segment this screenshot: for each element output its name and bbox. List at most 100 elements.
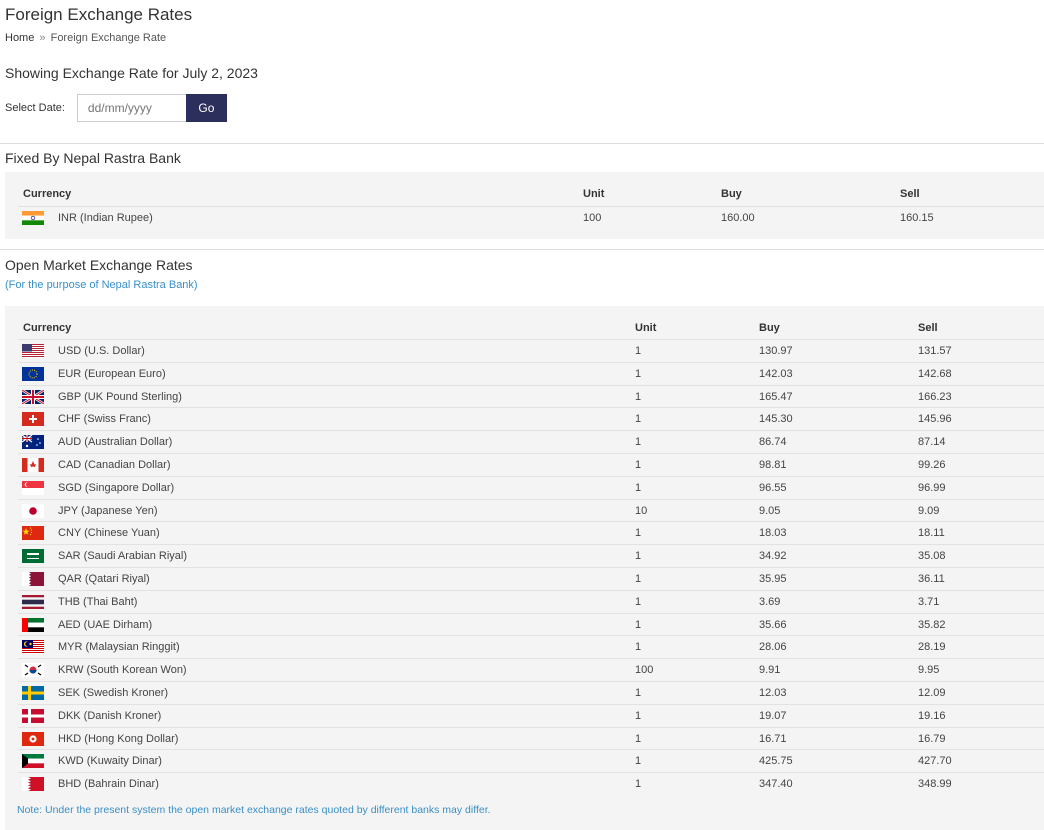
breadcrumb: Home » Foreign Exchange Rate xyxy=(5,32,166,44)
go-button[interactable]: Go xyxy=(185,94,227,122)
sell-rate-cell: 160.15 xyxy=(900,212,934,224)
table-row: SEK (Swedish Kroner) 1 12.03 12.09 xyxy=(18,681,1044,704)
buy-rate-cell: 425.75 xyxy=(759,755,793,768)
currency-name-cell: QAR (Qatari Riyal) xyxy=(58,573,150,585)
bahrain-flag-icon xyxy=(22,777,44,792)
open-market-rates-table: Currency Unit Buy Sell USD (U.S. Dollar)… xyxy=(5,306,1044,830)
sell-rate-cell: 36.11 xyxy=(918,573,945,585)
buy-rate-cell: 165.47 xyxy=(759,390,793,403)
saudi-arabia-flag-icon xyxy=(22,549,44,564)
table-row: KRW (South Korean Won) 100 9.91 9.95 xyxy=(18,658,1044,681)
table-row: CAD (Canadian Dollar) 1 98.81 99.26 xyxy=(18,453,1044,476)
table-row: EUR (European Euro) 1 142.03 142.68 xyxy=(18,361,1044,385)
unit-cell: 1 xyxy=(635,687,642,699)
sell-rate-cell: 12.09 xyxy=(918,687,946,699)
unit-cell: 1 xyxy=(635,618,642,631)
breadcrumb-separator: » xyxy=(39,32,46,44)
sell-rate-cell: 131.57 xyxy=(918,345,952,357)
japan-flag-icon xyxy=(22,503,44,518)
currency-name-cell: HKD (Hong Kong Dollar) xyxy=(58,732,179,745)
disclaimer-note: Note: Under the present system the open … xyxy=(17,804,491,816)
china-flag-icon xyxy=(22,526,44,541)
currency-name-cell: EUR (European Euro) xyxy=(58,367,166,380)
india-flag-icon xyxy=(22,211,44,225)
currency-name-cell: AUD (Australian Dollar) xyxy=(58,436,173,449)
open-market-section-title: Open Market Exchange Rates xyxy=(5,257,193,273)
select-date-label: Select Date: xyxy=(5,102,65,114)
sell-rate-cell: 99.26 xyxy=(918,459,946,471)
col-header-buy: Buy xyxy=(721,188,742,200)
buy-rate-cell: 86.74 xyxy=(759,436,787,449)
table-row: AUD (Australian Dollar) 1 86.74 87.14 xyxy=(18,430,1044,453)
currency-name-cell: GBP (UK Pound Sterling) xyxy=(58,390,182,403)
currency-name-cell: KWD (Kuwaity Dinar) xyxy=(58,755,162,768)
divider xyxy=(0,249,1044,250)
kuwait-flag-icon xyxy=(22,754,44,769)
unit-cell: 100 xyxy=(635,664,654,677)
unit-cell: 1 xyxy=(635,390,642,403)
currency-name-cell: JPY (Japanese Yen) xyxy=(58,504,158,517)
sell-rate-cell: 142.68 xyxy=(918,367,952,380)
thailand-flag-icon xyxy=(22,594,44,609)
currency-name-cell: AED (UAE Dirham) xyxy=(58,618,153,631)
date-form: Select Date: Go xyxy=(5,94,227,122)
currency-name-cell: KRW (South Korean Won) xyxy=(58,664,187,677)
table-row: AED (UAE Dirham) 1 35.66 35.82 xyxy=(18,612,1044,636)
date-input[interactable] xyxy=(76,94,186,122)
currency-name-cell: SAR (Saudi Arabian Riyal) xyxy=(58,550,188,563)
buy-rate-cell: 98.81 xyxy=(759,459,787,471)
breadcrumb-home-link[interactable]: Home xyxy=(5,32,34,44)
unit-cell: 10 xyxy=(635,504,648,517)
table-row: THB (Thai Baht) 1 3.69 3.71 xyxy=(18,589,1044,613)
sell-rate-cell: 35.08 xyxy=(918,550,946,563)
buy-rate-cell: 96.55 xyxy=(759,481,787,494)
buy-rate-cell: 35.66 xyxy=(759,618,787,631)
table-row: SAR (Saudi Arabian Riyal) 1 34.92 35.08 xyxy=(18,544,1044,567)
buy-rate-cell: 347.40 xyxy=(759,778,793,791)
table-row: BHD (Bahrain Dinar) 1 347.40 348.99 xyxy=(18,772,1044,795)
buy-rate-cell: 130.97 xyxy=(759,345,793,357)
col-header-unit: Unit xyxy=(635,322,657,334)
buy-rate-cell: 145.30 xyxy=(759,413,793,426)
breadcrumb-current: Foreign Exchange Rate xyxy=(50,32,167,44)
currency-name-cell: INR (Indian Rupee) xyxy=(58,212,153,224)
switzerland-flag-icon xyxy=(22,412,44,427)
sell-rate-cell: 96.99 xyxy=(918,481,946,494)
buy-rate-cell: 18.03 xyxy=(759,527,787,540)
unit-cell: 1 xyxy=(635,641,642,654)
sell-rate-cell: 348.99 xyxy=(918,778,952,791)
buy-rate-cell: 12.03 xyxy=(759,687,787,699)
eu-flag-icon xyxy=(22,366,44,381)
sell-rate-cell: 87.14 xyxy=(918,436,946,449)
table-row: USD (U.S. Dollar) 1 130.97 131.57 xyxy=(18,339,1044,362)
unit-cell: 1 xyxy=(635,459,642,471)
usa-flag-icon xyxy=(22,344,44,358)
col-header-buy: Buy xyxy=(759,322,780,334)
buy-rate-cell: 34.92 xyxy=(759,550,787,563)
unit-cell: 1 xyxy=(635,413,642,426)
table-row: DKK (Danish Kroner) 1 19.07 19.16 xyxy=(18,703,1044,727)
unit-cell: 1 xyxy=(635,436,642,449)
sell-rate-cell: 427.70 xyxy=(918,755,952,768)
buy-rate-cell: 160.00 xyxy=(721,212,755,224)
sell-rate-cell: 28.19 xyxy=(918,641,946,654)
currency-name-cell: CAD (Canadian Dollar) xyxy=(58,459,171,471)
unit-cell: 1 xyxy=(635,527,642,540)
unit-cell: 1 xyxy=(635,345,642,357)
col-header-currency: Currency xyxy=(23,322,72,334)
fixed-section-title: Fixed By Nepal Rastra Bank xyxy=(5,150,181,166)
sell-rate-cell: 19.16 xyxy=(918,709,946,722)
table-row: QAR (Qatari Riyal) 1 35.95 36.11 xyxy=(18,567,1044,590)
denmark-flag-icon xyxy=(22,708,44,723)
buy-rate-cell: 142.03 xyxy=(759,367,793,380)
buy-rate-cell: 3.69 xyxy=(759,595,781,608)
unit-cell: 1 xyxy=(635,367,642,380)
table-row: MYR (Malaysian Ringgit) 1 28.06 28.19 xyxy=(18,635,1044,658)
divider xyxy=(0,143,1044,144)
malaysia-flag-icon xyxy=(22,640,44,655)
col-header-unit: Unit xyxy=(583,188,605,200)
australia-flag-icon xyxy=(21,434,44,450)
currency-name-cell: USD (U.S. Dollar) xyxy=(58,345,145,357)
sell-rate-cell: 18.11 xyxy=(918,527,945,540)
currency-name-cell: SEK (Swedish Kroner) xyxy=(58,687,169,699)
